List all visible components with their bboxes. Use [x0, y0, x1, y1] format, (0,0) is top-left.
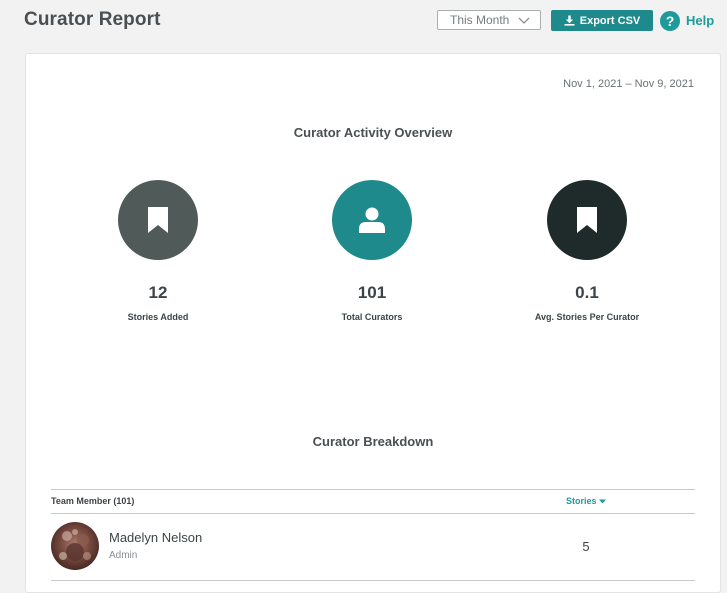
stat-icon-circle: [547, 180, 627, 260]
avatar: [51, 522, 99, 570]
page-header: Curator Report This Month Export CSV ? H…: [0, 0, 727, 44]
stat-label: Avg. Stories Per Curator: [534, 312, 640, 322]
stat-icon-circle: [332, 180, 412, 260]
bookmark-icon: [577, 207, 597, 233]
stat-value: 12: [148, 283, 168, 302]
stat-label: Total Curators: [341, 312, 403, 322]
user-icon: [359, 207, 385, 233]
page-title: Curator Report: [24, 9, 161, 30]
column-header-stories[interactable]: Stories: [566, 496, 607, 506]
period-select[interactable]: This Month: [437, 10, 541, 30]
stat-stories-added: 12 Stories Added: [68, 180, 248, 322]
date-range: Nov 1, 2021 – Nov 9, 2021: [563, 78, 694, 90]
stat-value: 0.1: [575, 283, 599, 302]
period-select-value: This Month: [450, 13, 510, 27]
stat-icon-circle: [118, 180, 198, 260]
curator-table: Team Member (101) Stories Madelyn Nelson…: [51, 489, 695, 581]
export-csv-label: Export CSV: [579, 14, 641, 27]
stat-total-curators: 101 Total Curators: [282, 180, 462, 322]
help-icon: ?: [660, 10, 680, 31]
report-card: Nov 1, 2021 – Nov 9, 2021 Curator Activi…: [25, 53, 721, 593]
export-csv-button[interactable]: Export CSV: [551, 10, 653, 31]
member-role: Admin: [109, 550, 138, 561]
stat-value: 101: [357, 283, 387, 302]
help-label: Help: [686, 13, 715, 28]
bookmark-icon: [148, 207, 168, 233]
table-header: Team Member (101) Stories: [51, 489, 695, 514]
stat-label: Stories Added: [127, 312, 189, 322]
stat-avg-stories: 0.1 Avg. Stories Per Curator: [497, 180, 677, 322]
member-name: Madelyn Nelson: [109, 530, 203, 545]
table-row[interactable]: Madelyn Nelson Admin 5: [51, 514, 695, 581]
stories-count: 5: [582, 539, 590, 554]
chevron-down-icon: [518, 17, 530, 24]
sort-caret-icon: [599, 499, 607, 504]
download-icon: [564, 15, 575, 26]
overview-title: Curator Activity Overview: [293, 125, 453, 140]
stories-header-label: Stories: [566, 496, 597, 506]
breakdown-title: Curator Breakdown: [312, 434, 434, 449]
column-header-team-member: Team Member (101): [51, 496, 135, 506]
help-link[interactable]: ? Help: [660, 10, 714, 31]
